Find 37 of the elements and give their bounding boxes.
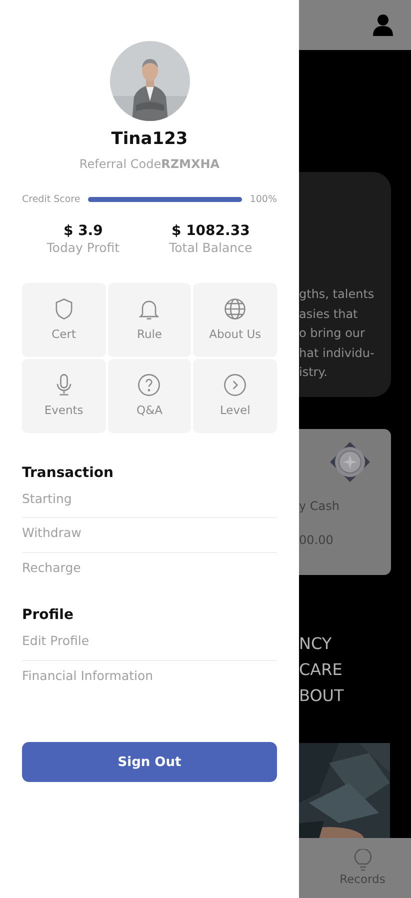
nav-label[interactable]: Records	[340, 870, 386, 888]
username: Tina123	[110, 128, 189, 151]
menu-item[interactable]: Financial Information	[22, 660, 277, 694]
stat-value: $ 1082.33	[170, 222, 251, 240]
stat-label: Total Balance	[169, 240, 252, 255]
shortcut-tile[interactable]: Level	[193, 358, 277, 433]
user-icon[interactable]	[373, 14, 393, 36]
menu-item[interactable]: Edit Profile	[22, 626, 277, 661]
headline-text: NCY	[299, 632, 333, 655]
globe-icon	[222, 296, 248, 322]
intro-text: istry.	[299, 364, 328, 382]
shortcut-tile[interactable]: Rule	[108, 282, 192, 357]
section-title: Transaction	[22, 464, 114, 483]
shortcut-tile[interactable]: Q&A	[108, 358, 192, 433]
intro-text: gths, talents	[299, 286, 376, 304]
stat-value: $ 3.9	[62, 222, 104, 240]
headline-text: BOUT	[299, 684, 345, 707]
menu-item[interactable]: Withdraw	[22, 518, 277, 554]
shortcut-tile[interactable]: Events	[22, 358, 106, 433]
intro-text: o bring our	[299, 325, 366, 342]
menu-item[interactable]: Recharge	[22, 553, 277, 587]
referral-code: Referral CodeRZMXHA	[78, 156, 221, 172]
stat-label: Today Profit	[46, 240, 120, 255]
menu-item[interactable]: Starting	[22, 484, 277, 518]
question-icon	[136, 372, 162, 398]
intro-text: hat individu-	[299, 344, 376, 362]
sign-out-button[interactable]: Sign Out	[22, 742, 277, 782]
cash-label: y Cash	[299, 498, 341, 515]
cash-amount: 00.00	[299, 532, 334, 549]
credit-score-label: Credit Score	[22, 192, 80, 206]
headline-text: CARE	[299, 658, 344, 681]
section-title: Profile	[22, 606, 74, 625]
shortcut-tile[interactable]: Cert	[22, 282, 106, 357]
shortcut-tile[interactable]: About Us	[193, 282, 277, 357]
credit-score-value: 100%	[250, 192, 277, 206]
chevron-icon	[222, 372, 248, 398]
intro-text: asies that	[299, 306, 359, 323]
